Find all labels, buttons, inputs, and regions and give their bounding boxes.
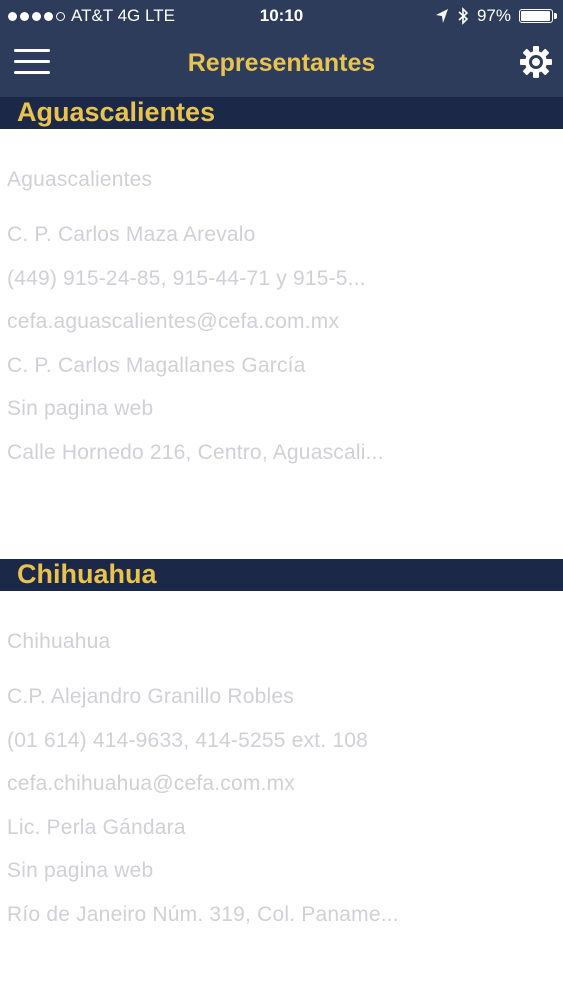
battery-icon bbox=[519, 9, 557, 23]
section-header-chihuahua: Chihuahua bbox=[0, 559, 563, 591]
section-title: Aguascalientes bbox=[17, 97, 216, 127]
website: Sin pagina web bbox=[7, 397, 154, 420]
state-name: Chihuahua bbox=[7, 630, 111, 653]
nav-bar: Representantes bbox=[0, 33, 563, 97]
state-name: Aguascalientes bbox=[7, 168, 153, 191]
website: Sin pagina web bbox=[7, 859, 154, 882]
battery-level bbox=[521, 11, 551, 21]
email-link[interactable]: cefa.aguascalientes@cefa.com.mx bbox=[7, 310, 339, 334]
address[interactable]: Calle Hornedo 216, Centro, Aguascali... bbox=[7, 441, 384, 465]
address[interactable]: Río de Janeiro Núm. 319, Col. Paname... bbox=[7, 903, 399, 927]
battery-percent: 97% bbox=[476, 6, 511, 25]
representative-name: C. P. Carlos Maza Arevalo bbox=[7, 223, 256, 246]
status-bar: AT&T 4G LTE 10:10 97% bbox=[0, 0, 563, 33]
phone-numbers[interactable]: (01 614) 414-9633, 414-5255 ext. 108 bbox=[7, 729, 368, 753]
page-title: Representantes bbox=[187, 49, 376, 77]
status-right: 97% bbox=[435, 6, 557, 26]
gear-icon[interactable] bbox=[519, 45, 553, 79]
phone-numbers[interactable]: (449) 915-24-85, 915-44-71 y 915-5... bbox=[7, 267, 366, 291]
contact-name: C. P. Carlos Magallanes García bbox=[7, 354, 306, 377]
location-arrow-icon bbox=[435, 9, 448, 23]
section-title: Chihuahua bbox=[17, 559, 157, 589]
representative-name: C.P. Alejandro Granillo Robles bbox=[7, 685, 294, 708]
contact-name: Lic. Perla Gándara bbox=[7, 816, 186, 839]
section-header-aguascalientes: Aguascalientes bbox=[0, 97, 563, 129]
bluetooth-icon bbox=[458, 7, 469, 25]
email-link[interactable]: cefa.chihuahua@cefa.com.mx bbox=[7, 772, 295, 796]
